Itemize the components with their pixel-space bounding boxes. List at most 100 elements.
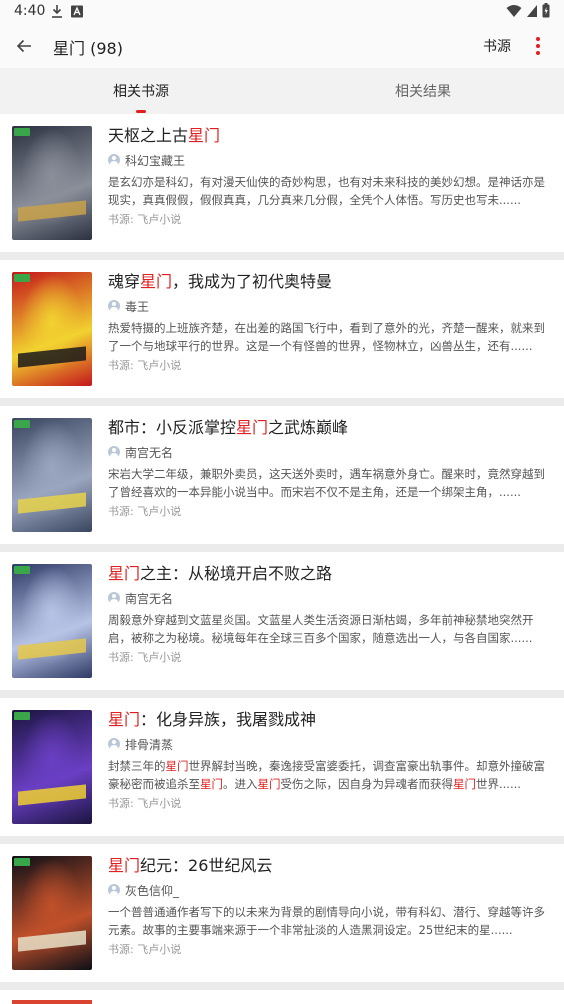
list-item[interactable]: 星门之主：从秘境开启不败之路南宫无名周毅意外穿越到文蓝星炎国。文蓝星人类生活资源…	[0, 552, 564, 690]
back-button[interactable]	[12, 34, 36, 58]
publisher-badge	[14, 128, 30, 136]
more-vert-icon	[536, 37, 540, 41]
keyword-highlight: 星门	[140, 272, 173, 291]
book-source-label: 书源: 飞卢小说	[108, 359, 182, 372]
author-row: 灰色信仰_	[108, 882, 179, 898]
person-icon	[108, 592, 120, 604]
intro-text: 封禁三年的	[108, 759, 166, 773]
book-intro: 一个普普通通作者写下的以未来为背景的剧情导向小说，带有科幻、潜行、穿越等许多元素…	[108, 903, 550, 939]
book-author: 科幻宝藏王	[125, 153, 186, 168]
book-intro: 宋岩大学二年级，兼职外卖员，这天送外卖时，遇车祸意外身亡。醒来时，竟然穿越到了曾…	[108, 465, 550, 501]
title-text: ，我成为了初代奥特曼	[172, 272, 333, 291]
book-source-label: 书源: 飞卢小说	[108, 651, 182, 664]
intro-text: 宋岩大学二年级，兼职外卖员，这天送外卖时，遇车祸意外身亡。醒来时，竟然穿越到了曾…	[108, 467, 545, 499]
intro-text: 是玄幻亦是科幻，有对漫天仙侠的奇妙构思，也有对未来科技的美妙幻想。是神话亦是现实…	[108, 175, 545, 207]
tab-indicator	[136, 110, 146, 113]
intro-text: 热爱特摄的上班族齐楚，在出差的路国飞行中，看到了意外的光，齐楚一醒来，就来到了一…	[108, 321, 545, 353]
book-source-label: 书源: 飞卢小说	[108, 505, 182, 518]
keyword-highlight: 星门	[165, 759, 189, 773]
cover-title-band	[18, 492, 86, 514]
book-title: 星门之主：从秘境开启不败之路	[108, 564, 332, 584]
author-row: 南宫无名	[108, 590, 173, 606]
cover-title-band	[18, 784, 86, 806]
keyword-highlight: 星门	[453, 777, 476, 791]
list-item-partial[interactable]	[0, 990, 564, 1004]
publisher-badge	[14, 566, 30, 574]
book-cover	[12, 272, 92, 386]
book-title: 魂穿星门，我成为了初代奥特曼	[108, 272, 332, 292]
book-intro: 周毅意外穿越到文蓝星炎国。文蓝星人类生活资源日渐枯竭，多年前神秘禁地突然开启，被…	[108, 611, 550, 647]
keyword-highlight: 星门	[108, 564, 141, 583]
wifi-icon	[506, 4, 522, 17]
title-text: 纪元：26世纪风云	[140, 856, 273, 875]
title-text: 之武炼巅峰	[268, 418, 349, 437]
list-item[interactable]: 魂穿星门，我成为了初代奥特曼毒王热爱特摄的上班族齐楚，在出差的路国飞行中，看到了…	[0, 260, 564, 398]
book-intro: 封禁三年的星门世界解封当晚，秦逸接受富婆委托，调查富豪出轨事件。却意外撞破富豪秘…	[108, 757, 550, 793]
intro-text: 。进入	[223, 777, 258, 791]
status-bar: 4:40	[0, 0, 564, 24]
author-row: 南宫无名	[108, 444, 173, 460]
book-source-label: 书源: 飞卢小说	[108, 213, 182, 226]
publisher-badge	[14, 274, 30, 282]
tab-related-results[interactable]: 相关结果	[282, 68, 564, 114]
intro-text: 周毅意外穿越到文蓝星炎国。文蓝星人类生活资源日渐枯竭，多年前神秘禁地突然开启，被…	[108, 613, 534, 645]
publisher-badge	[14, 712, 30, 720]
signal-icon	[527, 4, 537, 17]
book-source-button[interactable]: 书源	[483, 36, 511, 56]
intro-text: 世界......	[476, 777, 521, 791]
cover-title-band	[18, 930, 86, 952]
title-text: 天枢之上古	[108, 126, 189, 145]
book-author: 南宫无名	[125, 445, 174, 460]
person-icon	[108, 446, 120, 458]
book-title: 星门纪元：26世纪风云	[108, 856, 272, 876]
book-cover	[12, 564, 92, 678]
book-cover	[12, 1000, 92, 1004]
publisher-badge	[14, 420, 30, 428]
list-item[interactable]: 天枢之上古星门 科幻宝藏王 是玄幻亦是科幻，有对漫天仙侠的奇妙构思，也有对未来科技的…	[0, 114, 564, 252]
battery-icon	[542, 3, 550, 18]
book-author: 毒王	[125, 299, 150, 314]
page-title: 星门 (98)	[53, 39, 123, 58]
intro-text: 受伤之际，因自身为异魂者而获得	[280, 777, 454, 791]
book-source-label: 书源: 飞卢小说	[108, 943, 182, 956]
keyword-highlight: 星门	[236, 418, 269, 437]
more-menu-button[interactable]	[528, 34, 548, 58]
list-item[interactable]: 都市：小反派掌控星门之武炼巅峰南宫无名宋岩大学二年级，兼职外卖员，这天送外卖时，…	[0, 406, 564, 544]
person-icon	[108, 884, 120, 896]
tab-related-sources[interactable]: 相关书源	[0, 68, 282, 114]
book-title: 星门：化身异族，我屠戮成神	[108, 710, 316, 730]
app-bar: 星门 (98) 书源	[0, 24, 564, 68]
font-icon	[71, 5, 83, 18]
publisher-badge	[14, 858, 30, 866]
cover-title-band	[18, 200, 86, 222]
book-cover	[12, 126, 92, 240]
status-time: 4:40	[14, 3, 46, 19]
book-cover	[12, 856, 92, 970]
author-row: 排骨清蒸	[108, 736, 173, 752]
book-cover	[12, 710, 92, 824]
arrow-left-icon	[16, 39, 31, 53]
keyword-highlight: 星门	[257, 777, 281, 791]
keyword-highlight: 星门	[108, 856, 141, 875]
author-row: 科幻宝藏王	[108, 152, 185, 168]
list-item[interactable]: 星门：化身异族，我屠戮成神 排骨清蒸 封禁三年的星门世界解封当晚，秦逸接受富婆委托，…	[0, 698, 564, 836]
keyword-highlight: 星门	[108, 710, 141, 729]
book-intro: 是玄幻亦是科幻，有对漫天仙侠的奇妙构思，也有对未来科技的美妙幻想。是神话亦是现实…	[108, 173, 550, 209]
intro-text: 一个普普通通作者写下的以未来为背景的剧情导向小说，带有科幻、潜行、穿越等许多元素…	[108, 905, 545, 937]
book-intro: 热爱特摄的上班族齐楚，在出差的路国飞行中，看到了意外的光，齐楚一醒来，就来到了一…	[108, 319, 550, 355]
title-text: 魂穿	[108, 272, 141, 291]
book-author: 排骨清蒸	[125, 737, 174, 752]
cover-title-band	[18, 346, 86, 368]
book-source-label: 书源: 飞卢小说	[108, 797, 182, 810]
list-item[interactable]: 星门纪元：26世纪风云灰色信仰_ 一个普普通通作者写下的以未来为背景的剧情导向小说…	[0, 844, 564, 982]
tab-bar: 相关书源 相关结果	[0, 68, 564, 114]
book-author: 南宫无名	[125, 591, 174, 606]
book-cover	[12, 418, 92, 532]
book-title: 天枢之上古星门	[108, 126, 220, 146]
download-icon	[52, 5, 62, 18]
keyword-highlight: 星门	[188, 126, 221, 145]
status-icons	[506, 3, 550, 18]
title-text: ：化身异族，我屠戮成神	[140, 710, 317, 729]
title-text: 都市：小反派掌控	[108, 418, 237, 437]
book-author: 灰色信仰_	[125, 883, 180, 898]
